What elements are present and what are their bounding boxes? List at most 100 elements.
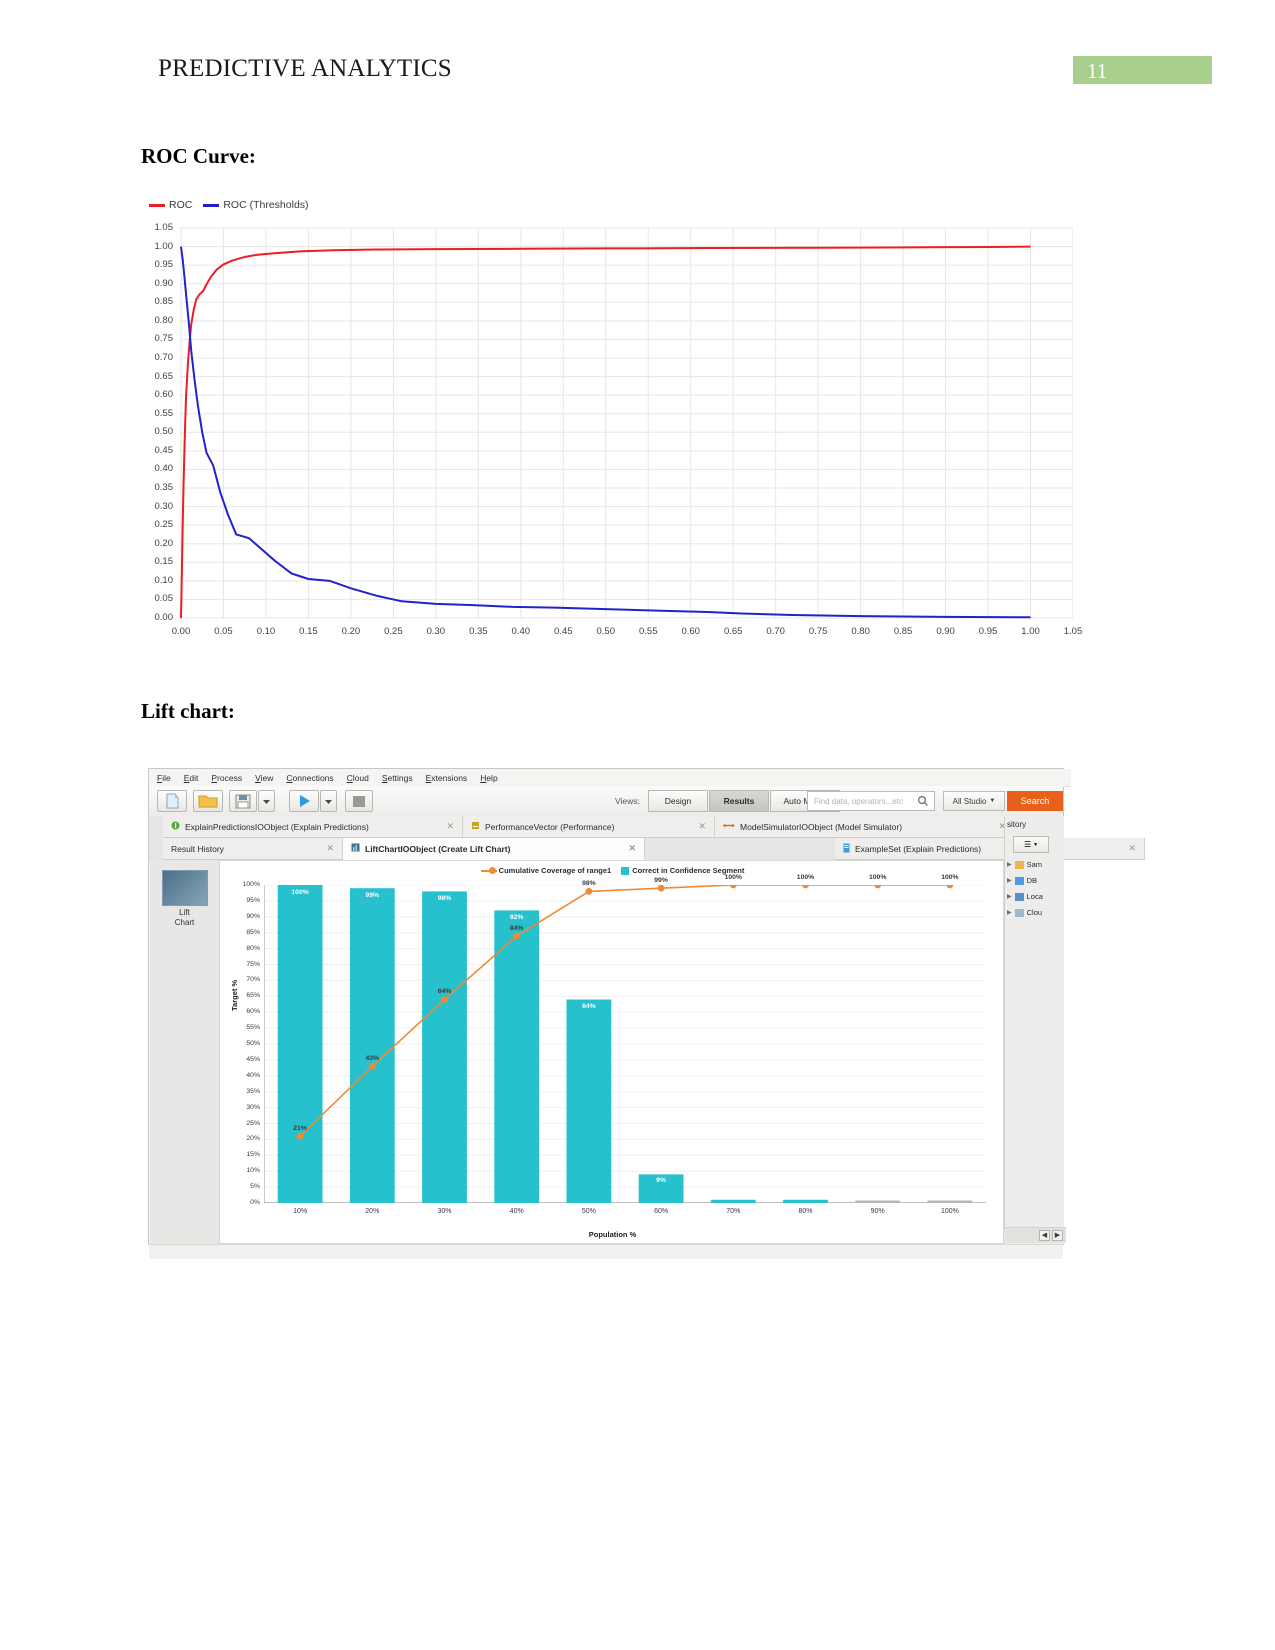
tab-0[interactable]: ExplainPredictionsIOObject (Explain Pred… [163,816,463,838]
save-process-button[interactable] [229,790,257,812]
lift-y-tick: 60% [246,1008,260,1016]
line-point-label: 100% [868,874,887,881]
view-results-button[interactable]: Results [709,790,769,812]
tab-1[interactable]: PerformanceVector (Performance) ✕ [463,816,715,838]
roc-y-tick: 0.40 [154,463,174,475]
tab-row-bottom: Result History ✕ LiftChartIOObject (Create… [149,838,1145,860]
tab-2[interactable]: ModelSimulatorIOObject (Model Simulator)… [715,816,1015,838]
expand-arrow-icon[interactable]: ▶ [1007,877,1012,884]
repository-item-2[interactable]: ▶ Loca [1007,892,1043,901]
page-header: PREDICTIVE ANALYTICS 11 [0,0,1275,100]
tab-close-icon[interactable]: ✕ [618,843,636,854]
roc-y-tick: 0.70 [154,352,174,363]
repository-panel: sitory ☰ ▼ ▶ Sam ▶ DB ▶ Loca ▶ Clou [1004,816,1064,1244]
lift-x-tick: 80% [798,1208,813,1215]
save-dropdown-button[interactable] [258,790,275,812]
tab-icon [723,821,735,832]
legend-item-roc: ROC [149,199,192,211]
roc-x-tick: 0.85 [893,626,913,637]
tab-bottom-0[interactable]: Result History ✕ [163,838,343,860]
roc-x-tick: 0.15 [299,626,318,637]
view-design-button[interactable]: Design [648,790,708,812]
lift-label-line2: Chart [174,918,195,927]
search-scope-label: All Studio [952,796,987,806]
tab-icon [351,843,360,854]
repository-item-3[interactable]: ▶ Clou [1007,908,1042,917]
search-scope-select[interactable]: All Studio ▼ [943,791,1005,811]
menu-item-file[interactable]: File [157,773,171,783]
legend-label-cumulative-coverage: Cumulative Coverage of range1 [498,866,612,875]
search-input[interactable]: Find data, operators...etc [807,791,935,811]
roc-x-tick: 0.75 [808,626,828,637]
hamburger-icon: ☰ [1023,840,1032,849]
lift-x-tick: 20% [365,1208,380,1215]
views-label: Views: [615,796,640,806]
search-button[interactable]: Search [1007,791,1063,811]
tab-close-icon[interactable]: ✕ [688,821,706,832]
run-process-button[interactable] [289,790,319,812]
open-process-button[interactable] [193,790,223,812]
expand-arrow-icon[interactable]: ▶ [1007,893,1012,900]
tab-bottom-2[interactable]: ExampleSet (Explain Predictions) ✕ [835,838,1145,860]
menu-item-help[interactable]: Help [480,773,497,783]
line-point-label: 98% [582,880,596,888]
lift-y-tick: 100% [242,881,260,888]
roc-x-tick: 0.35 [469,626,488,637]
lift-y-tick: 95% [246,896,260,904]
scroll-right-button[interactable]: ▶ [1052,1230,1063,1241]
roc-x-tick: 1.05 [1063,626,1083,637]
tab-label: Result History [171,843,224,854]
lift-y-tick: 70% [246,976,260,984]
roc-x-tick: 0.10 [256,626,276,637]
menu-item-extensions[interactable]: Extensions [426,773,468,783]
bar-value-label: 64% [582,1003,596,1011]
folder-icon [1014,908,1024,917]
repository-item-1[interactable]: ▶ DB [1007,876,1037,885]
lift-chart-thumbnail-icon[interactable] [162,870,208,906]
lift-x-tick: 50% [581,1208,596,1215]
tab-close-icon[interactable]: ✕ [316,843,334,854]
stop-process-button[interactable] [345,790,373,812]
lift-y-tick: 40% [246,1071,260,1079]
lift-y-tick: 65% [246,992,260,1000]
lift-y-tick: 5% [250,1183,260,1191]
tab-close-icon[interactable]: ✕ [436,821,454,832]
run-dropdown-button[interactable] [320,790,337,812]
menu-item-settings[interactable]: Settings [382,773,413,783]
rapidminer-window: File Edit Process View Connections Cloud Setti… [148,768,1145,1259]
roc-x-tick: 0.70 [766,626,785,637]
tab-close-icon[interactable]: ✕ [1118,843,1136,854]
roc-chart: ROC ROC (Thresholds) 1.05 1.00 0.95 0.90 0.8… [141,196,1082,661]
menu-item-cloud[interactable]: Cloud [347,773,369,783]
new-process-button[interactable] [157,790,187,812]
tab-bottom-1[interactable]: LiftChartIOObject (Create Lift Chart) ✕ [343,838,645,860]
page-title: PREDICTIVE ANALYTICS [158,55,452,82]
lift-x-tick: 100% [940,1208,959,1215]
expand-arrow-icon[interactable]: ▶ [1007,861,1012,868]
legend-item-cumulative-coverage: Cumulative Coverage of range1 [480,866,612,875]
menu-item-process[interactable]: Process [211,773,242,783]
roc-y-tick: 0.55 [154,407,174,419]
menu-bar[interactable]: File Edit Process View Connections Cloud Setti… [149,769,1071,787]
line-point-label: 100% [796,874,815,881]
lift-chart-plot: Cumulative Coverage of range1 Correct in… [219,860,1004,1244]
expand-arrow-icon[interactable]: ▶ [1007,909,1012,916]
line-point-label: 100% [941,874,959,881]
line-marker-icon [480,869,497,872]
legend-swatch-roc-thresholds [203,203,220,207]
horizontal-scrollbar[interactable]: ◀ ▶ [1004,1227,1066,1243]
menu-item-edit[interactable]: Edit [184,773,199,783]
repository-item-0[interactable]: ▶ Sam [1007,860,1042,869]
menu-item-view[interactable]: View [255,773,273,783]
roc-x-tick: 0.30 [426,626,446,637]
menu-item-connections[interactable]: Connections [286,773,333,783]
legend-item-roc-thresholds: ROC (Thresholds) [203,199,309,211]
lift-y-tick: 20% [246,1135,260,1143]
scroll-left-button[interactable]: ◀ [1039,1230,1050,1241]
lift-y-tick: 10% [246,1167,260,1175]
roc-y-tick: 0.15 [154,556,174,568]
roc-y-tick: 0.85 [154,296,174,308]
lift-chart-sidebar: Lift Chart [150,860,220,1244]
repository-menu-button[interactable]: ☰ ▼ [1013,836,1049,853]
roc-x-tick: 0.20 [341,626,361,637]
